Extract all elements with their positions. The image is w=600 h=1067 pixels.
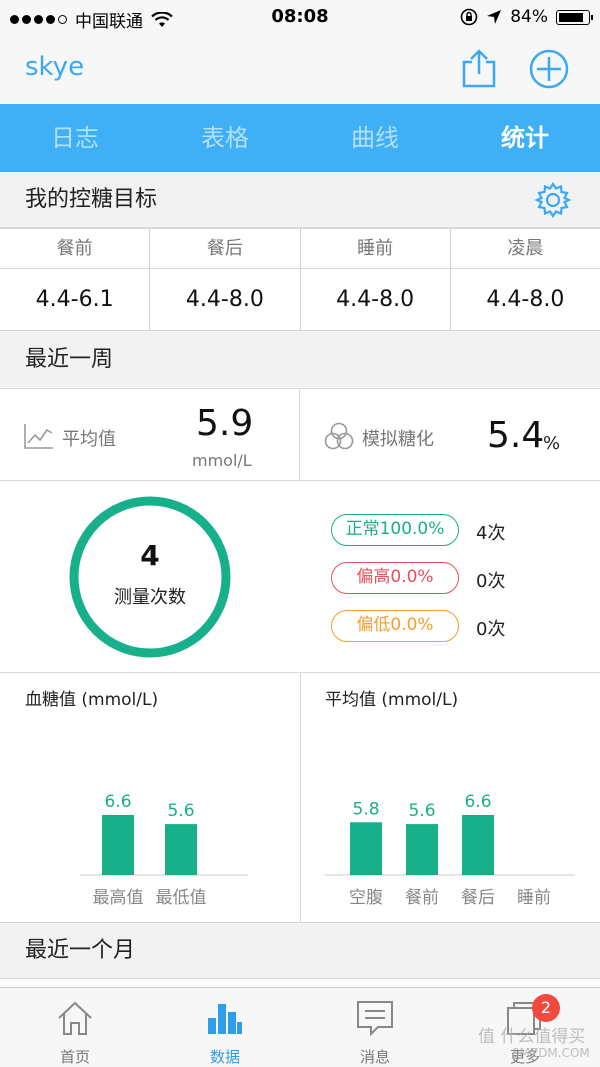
- chart2-bar: [406, 824, 438, 875]
- count-label: 测量次数: [114, 587, 186, 608]
- chart1-bar-value: 6.6: [104, 792, 131, 812]
- chart1-bar: [102, 815, 134, 875]
- status-bar: 中国联通 08:08 84%: [0, 0, 600, 34]
- watermark-text: 值 什么值得买: [478, 1027, 586, 1047]
- watermark-url: SMZDM.COM: [512, 1046, 590, 1060]
- month-content: [0, 979, 600, 987]
- line-chart-icon: [24, 424, 53, 449]
- chart2-bar-value: 6.6: [464, 792, 491, 812]
- tabbar-data-label: 数据: [209, 1048, 240, 1066]
- low-percent-pill[interactable]: 偏低0.0%: [331, 610, 459, 642]
- goal-value-early-morning: 4.4-8.0: [486, 287, 565, 312]
- chart1-bar: [165, 824, 197, 875]
- tab-log[interactable]: 日志: [0, 104, 150, 172]
- chart2-bar-value: 5.6: [408, 801, 435, 821]
- week-summary-row: 平均值 5.9 mmol/L 模拟糖化 5.4 %: [0, 389, 600, 481]
- goals-header: 我的控糖目标: [0, 172, 600, 228]
- share-icon: [462, 49, 496, 88]
- chart2-category-label: 餐前: [405, 888, 439, 908]
- share-button[interactable]: [458, 48, 500, 90]
- low-count: 0次: [476, 619, 506, 640]
- month-title: 最近一个月: [25, 938, 136, 963]
- high-percent-pill[interactable]: 偏高0.0%: [331, 562, 459, 594]
- hba1c-card[interactable]: 模拟糖化 5.4 %: [300, 389, 600, 481]
- location-arrow-icon: [487, 10, 502, 24]
- average-card[interactable]: 平均值 5.9 mmol/L: [0, 389, 300, 481]
- tabbar-data[interactable]: 数据: [150, 988, 300, 1067]
- notification-badge: 2: [532, 994, 560, 1022]
- tabbar-messages-label: 消息: [359, 1048, 390, 1066]
- plus-circle-icon: [529, 49, 569, 89]
- week-header: 最近一周: [0, 331, 600, 389]
- hba1c-value: 5.4: [487, 415, 545, 456]
- week-title: 最近一周: [25, 347, 114, 372]
- nav-bar: skye: [0, 34, 600, 104]
- segment-tabs: 日志 表格 曲线 统计: [0, 104, 600, 172]
- tab-table[interactable]: 表格: [150, 104, 300, 172]
- tab-curve[interactable]: 曲线: [300, 104, 450, 172]
- home-icon: [58, 1001, 92, 1035]
- goal-header-after-meal: 餐后: [150, 229, 301, 268]
- count-ring: [69, 496, 231, 658]
- hba1c-icon: [324, 422, 354, 450]
- chart1-category-label: 最高值: [93, 888, 144, 908]
- goal-value-before-meal: 4.4-6.1: [0, 269, 151, 330]
- blood-glucose-chart: 6.6 最高值 5.6 最低值: [80, 792, 248, 908]
- average-label: 平均值: [62, 429, 116, 450]
- average-value: 5.9: [196, 403, 254, 444]
- chart1-category-label: 最低值: [156, 888, 207, 908]
- battery-percent: 84%: [510, 7, 548, 27]
- user-name[interactable]: skye: [25, 52, 84, 82]
- normal-percent-pill[interactable]: 正常100.0%: [331, 514, 459, 546]
- chart2-bar-value: 5.8: [352, 799, 379, 819]
- hba1c-unit: %: [543, 433, 561, 454]
- goal-header-bedtime: 睡前: [301, 229, 451, 268]
- goal-header-early-morning: 凌晨: [507, 238, 544, 259]
- tabbar-home[interactable]: 首页: [0, 988, 150, 1067]
- rotation-lock-icon: [460, 8, 478, 26]
- hba1c-label: 模拟糖化: [362, 429, 434, 450]
- chart2-bar: [462, 815, 494, 875]
- bar-chart-icon: [208, 1004, 242, 1034]
- gear-icon[interactable]: [534, 181, 572, 219]
- add-button[interactable]: [528, 48, 570, 90]
- battery-icon: [556, 9, 593, 25]
- goal-header-before-meal: 餐前: [0, 229, 151, 268]
- message-icon: [357, 1001, 393, 1036]
- tab-statistics[interactable]: 统计: [450, 104, 600, 172]
- status-right: 84%: [460, 7, 593, 27]
- chart2-category-label: 餐后: [461, 888, 495, 908]
- chart2-bar: [350, 822, 382, 875]
- goals-title: 我的控糖目标: [25, 187, 158, 212]
- goals-value-row: 4.4-6.1 4.4-8.0 4.4-8.0 4.4-8.0: [0, 269, 600, 331]
- normal-count: 4次: [476, 523, 506, 544]
- high-count: 0次: [476, 571, 506, 592]
- month-header: 最近一个月: [0, 923, 600, 979]
- goal-value-after-meal: 4.4-8.0: [150, 269, 301, 330]
- chart2-category-label: 睡前: [517, 888, 551, 908]
- average-chart: 5.8 空腹 5.6 餐前 6.6 餐后 睡前: [325, 792, 575, 908]
- charts-area: 血糖值 (mmol/L) 平均值 (mmol/L) 6.6 最高值 5.6 最低值 5…: [0, 673, 600, 923]
- measurement-count-area: 4 测量次数 正常100.0% 4次 偏高0.0% 0次 偏低0.0% 0次: [0, 481, 600, 673]
- tabbar-home-label: 首页: [59, 1048, 90, 1066]
- count-value: 4: [140, 539, 160, 572]
- goals-header-row: 餐前 餐后 睡前 凌晨: [0, 228, 600, 269]
- average-unit: mmol/L: [192, 451, 252, 470]
- goal-value-bedtime: 4.4-8.0: [301, 269, 451, 330]
- tabbar-messages[interactable]: 消息: [300, 988, 450, 1067]
- chart2-category-label: 空腹: [349, 888, 383, 908]
- chart1-bar-value: 5.6: [167, 801, 194, 821]
